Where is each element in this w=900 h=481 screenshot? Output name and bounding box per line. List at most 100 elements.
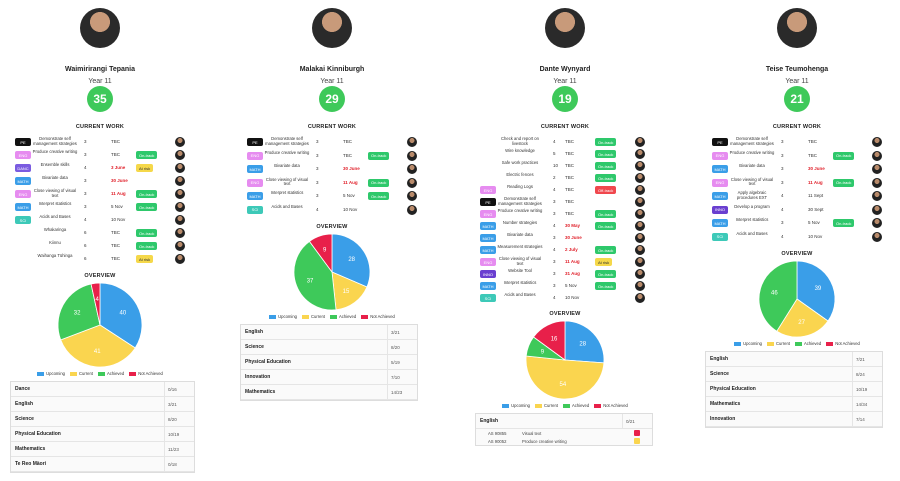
teacher-avatar[interactable] xyxy=(407,204,417,215)
subject-row[interactable]: Science 8/20 xyxy=(11,412,194,427)
legend-item[interactable]: Upcoming xyxy=(269,314,297,319)
subject-row[interactable]: English 7/21 xyxy=(706,352,882,367)
subject-row[interactable]: English 0/21 xyxy=(476,414,652,429)
teacher-avatar[interactable] xyxy=(635,161,645,171)
student-avatar[interactable] xyxy=(80,8,120,48)
work-item[interactable]: PE Demonstrate self management strategies… xyxy=(0,136,200,149)
legend-item[interactable]: Current xyxy=(301,314,325,319)
student-avatar[interactable] xyxy=(545,8,585,48)
work-item[interactable]: MATH Bivariate data 3 30 June xyxy=(465,232,665,245)
work-item[interactable]: MATH Interpret statistics 3 5 Nov On-track xyxy=(0,201,200,214)
teacher-avatar[interactable] xyxy=(872,137,882,147)
legend-item[interactable]: Not Achieved xyxy=(361,314,395,319)
work-item[interactable]: Safe work practices 10 TBC On-track xyxy=(465,160,665,173)
work-item[interactable]: MATH Bivariate data 3 30 June xyxy=(0,175,200,188)
legend-item[interactable]: Not Achieved xyxy=(826,341,860,346)
legend-item[interactable]: Upcoming xyxy=(37,371,65,376)
legend-item[interactable]: Upcoming xyxy=(734,341,762,346)
subject-row[interactable]: English 3/21 xyxy=(11,397,194,412)
work-item[interactable]: PE Demonstrate self management strategies… xyxy=(697,136,897,149)
teacher-avatar[interactable] xyxy=(635,293,645,303)
subject-row[interactable]: Mathematics 11/23 xyxy=(11,442,194,457)
subject-row[interactable]: Mathematics 14/23 xyxy=(241,385,417,400)
teacher-avatar[interactable] xyxy=(872,204,882,215)
legend-item[interactable]: Current xyxy=(69,371,93,376)
legend-item[interactable]: Upcoming xyxy=(502,403,530,408)
legend-item[interactable]: Not Achieved xyxy=(594,403,628,408)
work-item[interactable]: Check and report on livestock 4 TBC On-trac… xyxy=(465,136,665,149)
teacher-avatar[interactable] xyxy=(635,197,645,207)
teacher-avatar[interactable] xyxy=(635,233,645,243)
work-item[interactable]: MATH Apply algebraic procedures EXT 4 11 Se… xyxy=(697,190,897,203)
teacher-avatar[interactable] xyxy=(635,185,645,195)
legend-item[interactable]: Not Achieved xyxy=(129,371,163,376)
teacher-avatar[interactable] xyxy=(175,215,185,225)
teacher-avatar[interactable] xyxy=(872,177,882,188)
standard-row[interactable]: AS 90855 Visual text xyxy=(476,429,652,437)
teacher-avatar[interactable] xyxy=(635,173,645,183)
subject-row[interactable]: Innovation 7/14 xyxy=(706,412,882,427)
work-item[interactable]: MATH Interpret statistics 3 5 Nov On-track xyxy=(232,190,432,203)
teacher-avatar[interactable] xyxy=(175,228,185,238)
legend-item[interactable]: Achieved xyxy=(329,314,356,319)
student-name[interactable]: Waimirirangi Tepania xyxy=(0,66,200,73)
subject-row[interactable]: Science 8/24 xyxy=(706,367,882,382)
teacher-avatar[interactable] xyxy=(872,164,882,174)
student-name[interactable]: Malakai Kinniburgh xyxy=(232,66,432,73)
teacher-avatar[interactable] xyxy=(407,164,417,174)
teacher-avatar[interactable] xyxy=(872,191,882,201)
subject-row[interactable]: Physical Education 10/19 xyxy=(706,382,882,397)
subject-row[interactable]: Physical Education 5/19 xyxy=(241,355,417,370)
legend-item[interactable]: Current xyxy=(766,341,790,346)
legend-item[interactable]: Achieved xyxy=(562,403,589,408)
legend-item[interactable]: Achieved xyxy=(97,371,124,376)
teacher-avatar[interactable] xyxy=(175,254,185,264)
work-item[interactable]: MATH Measurement strategies 4 2 July On-trac… xyxy=(465,244,665,257)
teacher-avatar[interactable] xyxy=(175,163,185,173)
teacher-avatar[interactable] xyxy=(175,137,185,147)
subject-row[interactable]: Mathematics 14/34 xyxy=(706,397,882,412)
teacher-avatar[interactable] xyxy=(175,189,185,199)
student-name[interactable]: Teise Teumohenga xyxy=(697,66,897,73)
subject-row[interactable]: Physical Education 10/19 xyxy=(11,427,194,442)
work-item[interactable]: SCI Acids and Bases 4 10 Nov xyxy=(697,231,897,244)
teacher-avatar[interactable] xyxy=(872,218,882,228)
work-item[interactable]: Kiinnu 6 TBC On-track xyxy=(0,240,200,253)
student-avatar[interactable] xyxy=(312,8,352,48)
teacher-avatar[interactable] xyxy=(407,137,417,147)
work-item[interactable]: ENG Produce creative writing 3 TBC On-track xyxy=(0,149,200,162)
work-item[interactable]: Whakaringa 6 TBC On-track xyxy=(0,227,200,240)
work-item[interactable]: INNO Develop a program 4 30 Sept xyxy=(697,204,897,217)
work-item[interactable]: DANC Ensemble skills 4 3 June At risk xyxy=(0,162,200,175)
work-item[interactable]: SCI Acids and Bases 4 10 Nov xyxy=(465,292,665,305)
legend-item[interactable]: Achieved xyxy=(794,341,821,346)
work-item[interactable]: SCI Acids and Bases 4 10 Nov xyxy=(0,214,200,227)
teacher-avatar[interactable] xyxy=(407,191,417,201)
teacher-avatar[interactable] xyxy=(635,281,645,291)
work-item[interactable]: MATH Bivariate data 3 30 June xyxy=(697,163,897,176)
work-item[interactable]: Waihanga Tühinga 6 TBC At risk xyxy=(0,253,200,266)
teacher-avatar[interactable] xyxy=(175,241,185,251)
work-item[interactable]: ENG Close viewing of visual text 3 11 Aug On… xyxy=(0,188,200,201)
work-item[interactable]: PE Demonstrate self management strategies… xyxy=(232,136,432,149)
work-item[interactable]: ENG Close viewing of visual text 3 11 Aug On… xyxy=(232,177,432,190)
work-item[interactable]: PE Demonstrate self management strategies… xyxy=(465,196,665,209)
teacher-avatar[interactable] xyxy=(635,137,645,147)
legend-item[interactable]: Current xyxy=(534,403,558,408)
work-item[interactable]: Wire knowledge 5 TBC On-track xyxy=(465,148,665,161)
standard-row[interactable]: AS 90052 Produce creative writing xyxy=(476,437,652,445)
work-item[interactable]: INNO Website Tool 3 31 Aug On-track xyxy=(465,268,665,281)
subject-row[interactable]: Dance 0/16 xyxy=(11,382,194,397)
work-item[interactable]: MATH Bivariate data 3 30 June xyxy=(232,163,432,176)
work-item[interactable]: ENG Close viewing of visual text 3 11 Aug At… xyxy=(465,256,665,269)
work-item[interactable]: ENG Produce creative writing 3 TBC On-track xyxy=(465,208,665,221)
work-item[interactable]: ENG Produce creative writing 3 TBC On-track xyxy=(697,150,897,163)
work-item[interactable]: ENG Produce creative writing 3 TBC On-track xyxy=(232,150,432,163)
work-item[interactable]: ENG Close viewing of visual text 3 11 Aug On… xyxy=(697,177,897,190)
pie-slice-current[interactable] xyxy=(525,355,605,400)
teacher-avatar[interactable] xyxy=(175,150,185,160)
student-avatar[interactable] xyxy=(777,8,817,48)
teacher-avatar[interactable] xyxy=(635,221,645,231)
subject-row[interactable]: Innovation 7/10 xyxy=(241,370,417,385)
teacher-avatar[interactable] xyxy=(175,176,185,186)
